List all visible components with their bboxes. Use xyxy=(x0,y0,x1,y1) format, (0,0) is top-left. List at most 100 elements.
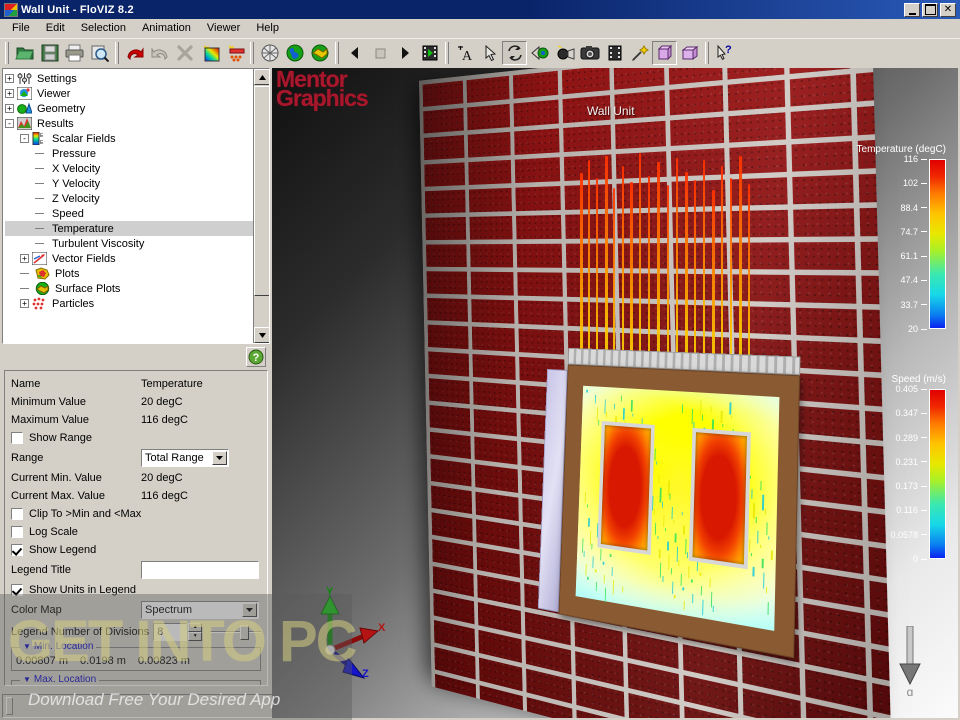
collapse-triangle-icon[interactable]: ▼ xyxy=(23,642,31,651)
surface-plot-icon[interactable] xyxy=(307,41,332,65)
min-location-header[interactable]: ▼ Min. Location xyxy=(20,641,96,652)
rotate-icon[interactable] xyxy=(502,41,527,65)
log-scale-checkbox[interactable] xyxy=(11,526,23,538)
menu-viewer[interactable]: Viewer xyxy=(199,20,248,36)
toolbar-grip-4[interactable] xyxy=(335,42,339,64)
show-range-row[interactable]: Show Range xyxy=(11,429,261,447)
magic-wand-icon[interactable] xyxy=(627,41,652,65)
undo-icon[interactable] xyxy=(122,41,147,65)
toolbar-grip-5[interactable] xyxy=(445,42,449,64)
new-particles-icon[interactable] xyxy=(222,41,247,65)
menu-selection[interactable]: Selection xyxy=(73,20,134,36)
toolbar-grip-2[interactable] xyxy=(115,42,119,64)
divisions-input[interactable]: 8 xyxy=(153,623,187,641)
movie-icon[interactable] xyxy=(602,41,627,65)
show-units-checkbox[interactable] xyxy=(11,584,23,596)
tree-node-results[interactable]: -Results xyxy=(5,116,253,131)
show-units-row[interactable]: Show Units in Legend xyxy=(11,581,261,599)
tree-node-turbulent-viscosity[interactable]: Turbulent Viscosity xyxy=(5,236,253,251)
toolbar-grip-6[interactable] xyxy=(705,42,709,64)
axis-triad[interactable]: Y X Z xyxy=(290,588,390,688)
view-direction-icon[interactable] xyxy=(527,41,552,65)
print-icon[interactable] xyxy=(62,41,87,65)
expand-icon[interactable]: + xyxy=(20,254,29,263)
tree-node-viewer[interactable]: + Viewer xyxy=(5,86,253,101)
expand-icon[interactable]: + xyxy=(5,89,14,98)
tree-node-plots[interactable]: Plots xyxy=(5,266,253,281)
menu-help[interactable]: Help xyxy=(248,20,287,36)
redo-icon[interactable] xyxy=(147,41,172,65)
maximize-button[interactable] xyxy=(922,3,938,17)
log-scale-row[interactable]: Log Scale xyxy=(11,523,261,541)
tree-node-label: Viewer xyxy=(35,88,72,100)
divisions-slider[interactable] xyxy=(210,623,261,641)
camera-icon[interactable] xyxy=(577,41,602,65)
tree-scrollbar[interactable] xyxy=(253,69,269,343)
stepper-down-icon[interactable]: ▼ xyxy=(188,632,202,641)
menu-animation[interactable]: Animation xyxy=(134,20,199,36)
play-icon[interactable] xyxy=(392,41,417,65)
tree-node-scalar-fields[interactable]: -EEScalar Fields xyxy=(5,131,253,146)
tree-node-z-velocity[interactable]: Z Velocity xyxy=(5,191,253,206)
scroll-thumb[interactable] xyxy=(254,86,270,296)
model-tree-panel[interactable]: +Settings+Viewer+Geometry-Results-EEScal… xyxy=(2,68,270,344)
divisions-stepper[interactable]: ▲ ▼ xyxy=(188,623,202,641)
3d-viewport[interactable]: Mentor Graphics Wall Unit xyxy=(272,68,958,718)
expand-icon[interactable]: + xyxy=(5,104,14,113)
slider-thumb[interactable] xyxy=(240,625,249,640)
tree-node-y-velocity[interactable]: Y Velocity xyxy=(5,176,253,191)
add-text-icon[interactable]: A xyxy=(452,41,477,65)
box-view-icon[interactable] xyxy=(652,41,677,65)
show-legend-row[interactable]: Show Legend xyxy=(11,541,261,559)
shaded-globe-icon[interactable] xyxy=(282,41,307,65)
collapse-icon[interactable]: - xyxy=(20,134,29,143)
cube-icon[interactable] xyxy=(677,41,702,65)
max-location-header[interactable]: ▼ Max. Location xyxy=(20,674,99,685)
close-button[interactable]: ✕ xyxy=(940,3,956,17)
tree-node-geometry[interactable]: +Geometry xyxy=(5,101,253,116)
collapse-triangle-icon-2[interactable]: ▼ xyxy=(23,675,31,684)
toolbar-grip-3[interactable] xyxy=(250,42,254,64)
range-select[interactable]: Total Range xyxy=(141,449,229,467)
tree-node-temperature[interactable]: Temperature xyxy=(5,221,253,236)
clip-row[interactable]: Clip To >Min and <Max xyxy=(11,505,261,523)
open-icon[interactable] xyxy=(12,41,37,65)
scroll-down-button[interactable] xyxy=(254,327,270,343)
delete-icon[interactable] xyxy=(172,41,197,65)
chevron-down-icon[interactable] xyxy=(212,451,227,465)
stepper-up-icon[interactable]: ▲ xyxy=(188,623,202,632)
color-map-selected-value: Spectrum xyxy=(145,604,192,616)
wireframe-icon[interactable] xyxy=(257,41,282,65)
expand-icon[interactable]: + xyxy=(20,299,29,308)
tree-node-vector-fields[interactable]: +Vector Fields xyxy=(5,251,253,266)
tree-node-pressure[interactable]: Pressure xyxy=(5,146,253,161)
tree-node-speed[interactable]: Speed xyxy=(5,206,253,221)
new-scalar-plot-icon[interactable] xyxy=(197,41,222,65)
print-preview-icon[interactable] xyxy=(87,41,112,65)
context-help-icon[interactable]: ? xyxy=(712,41,737,65)
scroll-up-button[interactable] xyxy=(254,69,270,85)
step-back-icon[interactable] xyxy=(342,41,367,65)
collapse-icon[interactable]: - xyxy=(5,119,14,128)
show-legend-checkbox[interactable] xyxy=(11,544,23,556)
film-strip-icon[interactable] xyxy=(417,41,442,65)
tree-node-surface-plots[interactable]: Surface Plots xyxy=(5,281,253,296)
color-map-select[interactable]: Spectrum xyxy=(141,601,259,619)
toolbar-grip[interactable] xyxy=(5,42,9,64)
tree-node-particles[interactable]: +Particles xyxy=(5,296,253,311)
clip-checkbox[interactable] xyxy=(11,508,23,520)
expand-icon[interactable]: + xyxy=(5,74,14,83)
menu-edit[interactable]: Edit xyxy=(38,20,73,36)
save-icon[interactable] xyxy=(37,41,62,65)
light-settings-icon[interactable] xyxy=(552,41,577,65)
stop-icon[interactable] xyxy=(367,41,392,65)
show-range-checkbox[interactable] xyxy=(11,432,23,444)
tree-node-settings[interactable]: +Settings xyxy=(5,71,253,86)
legend-title-input[interactable] xyxy=(141,561,259,579)
chevron-down-icon-2[interactable] xyxy=(242,603,257,617)
help-button[interactable]: ? xyxy=(246,347,266,367)
menu-file[interactable]: File xyxy=(4,20,38,36)
minimize-button[interactable] xyxy=(904,3,920,17)
tree-node-x-velocity[interactable]: X Velocity xyxy=(5,161,253,176)
select-arrow-icon[interactable] xyxy=(477,41,502,65)
